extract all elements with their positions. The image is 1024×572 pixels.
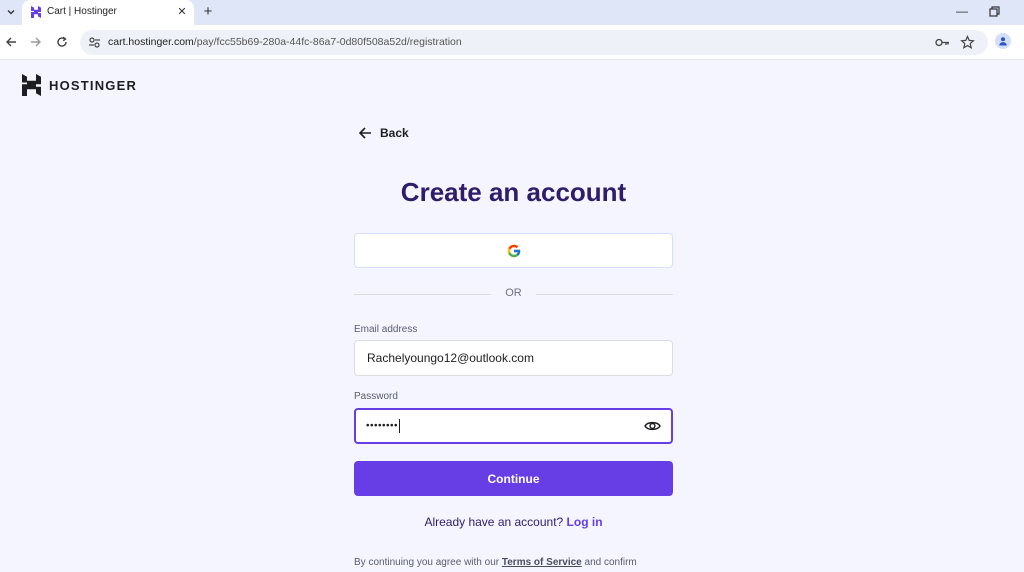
profile-avatar-icon[interactable]	[995, 33, 1011, 49]
email-field[interactable]: Rachelyoungo12@outlook.com	[354, 340, 673, 376]
url-path: /pay/fcc55b69-280a-44fc-86a7-0d80f508a52…	[193, 36, 462, 48]
site-info-icon[interactable]	[88, 36, 101, 49]
restore-window-icon[interactable]	[987, 4, 1001, 18]
tab-title: Cart | Hostinger	[47, 6, 117, 17]
password-dots: ••••••••	[366, 420, 399, 432]
terms-of-service-link[interactable]: Terms of Service	[502, 557, 582, 568]
hostinger-logo-icon	[22, 74, 41, 96]
password-label: Password	[354, 391, 398, 402]
continue-button[interactable]: Continue	[354, 461, 673, 496]
back-button[interactable]: Back	[358, 124, 409, 142]
login-prompt-text: Already have an account?	[424, 515, 564, 529]
omnibox[interactable]: cart.hostinger.com/pay/fcc55b69-280a-44f…	[80, 30, 988, 55]
google-icon	[507, 244, 521, 257]
divider-text: OR	[505, 287, 522, 299]
tab-search-icon[interactable]	[3, 4, 19, 20]
url-host: cart.hostinger.com	[108, 36, 194, 48]
reload-icon[interactable]	[54, 34, 70, 50]
minimize-icon[interactable]: —	[954, 3, 970, 19]
hostinger-favicon-icon	[31, 6, 41, 18]
text-caret	[399, 419, 401, 433]
page-scrollbar[interactable]	[1014, 61, 1024, 572]
show-password-eye-icon[interactable]	[644, 419, 661, 433]
login-prompt: Already have an account? Log in	[354, 515, 673, 529]
bookmark-star-icon[interactable]	[960, 35, 975, 50]
back-label: Back	[380, 126, 409, 140]
close-tab-icon[interactable]: ✕	[175, 4, 189, 18]
address-bar: cart.hostinger.com/pay/fcc55b69-280a-44f…	[0, 25, 1024, 60]
login-link[interactable]: Log in	[567, 515, 603, 529]
or-divider: OR	[354, 287, 673, 301]
terms-notice: By continuing you agree with our Terms o…	[354, 557, 637, 568]
registration-page: HOSTINGER Back Create an account OR Emai…	[0, 61, 1024, 572]
arrow-left-icon	[358, 127, 371, 139]
brand-name: HOSTINGER	[49, 77, 138, 93]
google-signup-button[interactable]	[354, 233, 673, 268]
back-arrow-icon[interactable]	[3, 34, 19, 50]
page-title: Create an account	[400, 177, 627, 207]
tab-bar: Cart | Hostinger ✕ + —	[0, 0, 1024, 25]
forward-arrow-icon[interactable]	[28, 34, 44, 50]
hostinger-brand[interactable]: HOSTINGER	[22, 74, 137, 96]
divider-line-right	[536, 294, 673, 295]
email-label: Email address	[354, 324, 418, 335]
password-field[interactable]: ••••••••	[354, 408, 673, 444]
new-tab-icon[interactable]: +	[200, 3, 216, 20]
url-text: cart.hostinger.com/pay/fcc55b69-280a-44f…	[108, 36, 462, 48]
terms-text-after: and confirm	[584, 557, 637, 568]
password-key-icon[interactable]	[935, 36, 950, 49]
browser-tab[interactable]: Cart | Hostinger ✕	[22, 0, 194, 25]
email-value: Rachelyoungo12@outlook.com	[367, 351, 534, 365]
terms-text-before: By continuing you agree with our	[354, 557, 500, 568]
password-value: ••••••••	[366, 419, 401, 433]
